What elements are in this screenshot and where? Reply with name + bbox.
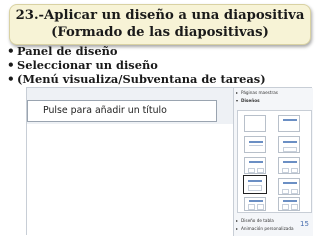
layout-thumb[interactable] (244, 115, 266, 132)
slide-subtitle: (Formado de las diapositivas) (51, 25, 269, 40)
layout-thumb-selected[interactable] (243, 175, 267, 194)
slide-title: 23.-Aplicar un diseño a una diapositiva (15, 8, 305, 23)
layout-thumb[interactable] (244, 197, 266, 211)
list-item: • Seleccionar un diseño (7, 58, 307, 72)
list-item: • (Menú visualiza/Subventana de tareas) (7, 72, 307, 86)
task-pane: ▸ Páginas maestras ▾ Diseños ▸ Diseño de… (233, 88, 313, 236)
slide: 23.-Aplicar un diseño a una diapositiva … (0, 0, 320, 240)
section-master-pages[interactable]: ▸ Páginas maestras (236, 89, 312, 96)
layout-thumb[interactable] (278, 178, 300, 195)
title-placeholder[interactable]: Pulse para añadir un título (27, 100, 217, 122)
layout-thumb[interactable] (244, 157, 266, 174)
layout-thumb[interactable] (244, 136, 266, 153)
bullet-text: Seleccionar un diseño (17, 58, 158, 72)
layout-thumb[interactable] (278, 197, 300, 211)
impress-screenshot: Pulse para añadir un título ▸ Páginas ma… (26, 87, 313, 236)
section-layouts[interactable]: ▾ Diseños (236, 97, 312, 104)
bullet-dot-icon: • (7, 58, 15, 72)
bullet-text: (Menú visualiza/Subventana de tareas) (17, 72, 266, 86)
layout-thumb[interactable] (278, 136, 300, 153)
bullet-dot-icon: • (7, 72, 15, 86)
bullet-dot-icon: • (7, 44, 15, 58)
placeholder-text: Pulse para añadir un título (43, 105, 167, 116)
section-label: Diseños (241, 98, 260, 103)
list-item: • Panel de diseño (7, 44, 307, 58)
layout-thumb[interactable] (278, 157, 300, 174)
section-label: Diseño de tabla (241, 218, 274, 223)
section-label: Animación personalizada (241, 226, 294, 231)
slide-canvas[interactable] (27, 124, 233, 235)
layouts-panel (237, 110, 312, 213)
layout-thumb[interactable] (278, 115, 300, 132)
page-number: 15 (300, 220, 309, 228)
section-label: Páginas maestras (241, 90, 278, 95)
bullet-list: • Panel de diseño • Seleccionar un diseñ… (7, 44, 307, 86)
bullet-text: Panel de diseño (17, 44, 118, 58)
slide-title-box: 23.-Aplicar un diseño a una diapositiva … (9, 4, 311, 45)
